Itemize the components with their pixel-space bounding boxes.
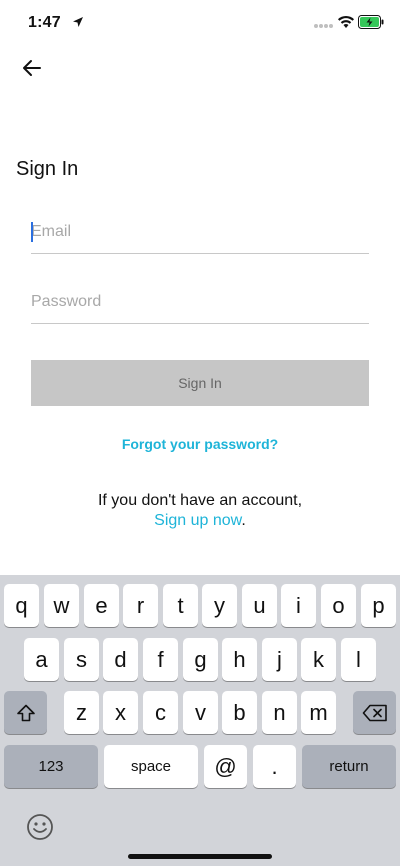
space-key[interactable]: space xyxy=(104,745,198,788)
key-h[interactable]: h xyxy=(222,638,257,681)
shift-icon xyxy=(16,704,35,721)
status-time: 1:47 xyxy=(28,14,61,31)
password-field-container xyxy=(31,280,369,324)
delete-key[interactable] xyxy=(353,691,396,734)
home-indicator xyxy=(128,854,272,859)
backspace-icon xyxy=(362,704,387,721)
key-b[interactable]: b xyxy=(222,691,257,734)
cellular-signal-icon xyxy=(314,24,333,28)
key-e[interactable]: e xyxy=(84,584,119,627)
signup-suffix: . xyxy=(241,512,246,529)
key-n[interactable]: n xyxy=(262,691,297,734)
key-p[interactable]: p xyxy=(361,584,396,627)
text-cursor xyxy=(31,222,33,242)
arrow-left-icon xyxy=(23,60,41,76)
key-m[interactable]: m xyxy=(301,691,336,734)
back-button[interactable] xyxy=(18,54,46,82)
sign-in-button[interactable]: Sign In xyxy=(31,360,369,406)
key-w[interactable]: w xyxy=(44,584,79,627)
battery-charging-icon xyxy=(358,15,384,29)
key-t[interactable]: t xyxy=(163,584,198,627)
key-x[interactable]: x xyxy=(103,691,138,734)
emoji-icon[interactable] xyxy=(26,813,54,841)
shift-key[interactable] xyxy=(4,691,47,734)
no-account-text: If you don't have an account, xyxy=(97,492,303,509)
key-g[interactable]: g xyxy=(183,638,218,681)
forgot-password-link[interactable]: Forgot your password? xyxy=(0,436,400,452)
key-k[interactable]: k xyxy=(301,638,336,681)
key-r[interactable]: r xyxy=(123,584,158,627)
key-v[interactable]: v xyxy=(183,691,218,734)
key-c[interactable]: c xyxy=(143,691,178,734)
email-input[interactable] xyxy=(31,210,369,253)
keyboard: q w e r t y u i o p a s d f g h j k l z … xyxy=(0,575,400,866)
key-i[interactable]: i xyxy=(281,584,316,627)
key-j[interactable]: j xyxy=(262,638,297,681)
dot-key[interactable]: . xyxy=(253,745,296,788)
status-bar: 1:47 xyxy=(0,0,400,46)
password-input[interactable] xyxy=(31,280,369,323)
page-title: Sign In xyxy=(16,158,79,180)
location-arrow-icon xyxy=(73,17,83,27)
sign-up-link[interactable]: Sign up now xyxy=(154,512,241,529)
return-key[interactable]: return xyxy=(302,745,396,788)
email-field-container xyxy=(31,210,369,254)
key-o[interactable]: o xyxy=(321,584,356,627)
wifi-icon xyxy=(338,15,354,28)
key-z[interactable]: z xyxy=(64,691,99,734)
key-u[interactable]: u xyxy=(242,584,277,627)
key-d[interactable]: d xyxy=(103,638,138,681)
key-a[interactable]: a xyxy=(24,638,59,681)
key-y[interactable]: y xyxy=(202,584,237,627)
numbers-key[interactable]: 123 xyxy=(4,745,98,788)
key-s[interactable]: s xyxy=(64,638,99,681)
signup-line: Sign up now. xyxy=(0,511,400,531)
key-f[interactable]: f xyxy=(143,638,178,681)
key-l[interactable]: l xyxy=(341,638,376,681)
key-q[interactable]: q xyxy=(4,584,39,627)
at-key[interactable]: @ xyxy=(204,745,247,788)
